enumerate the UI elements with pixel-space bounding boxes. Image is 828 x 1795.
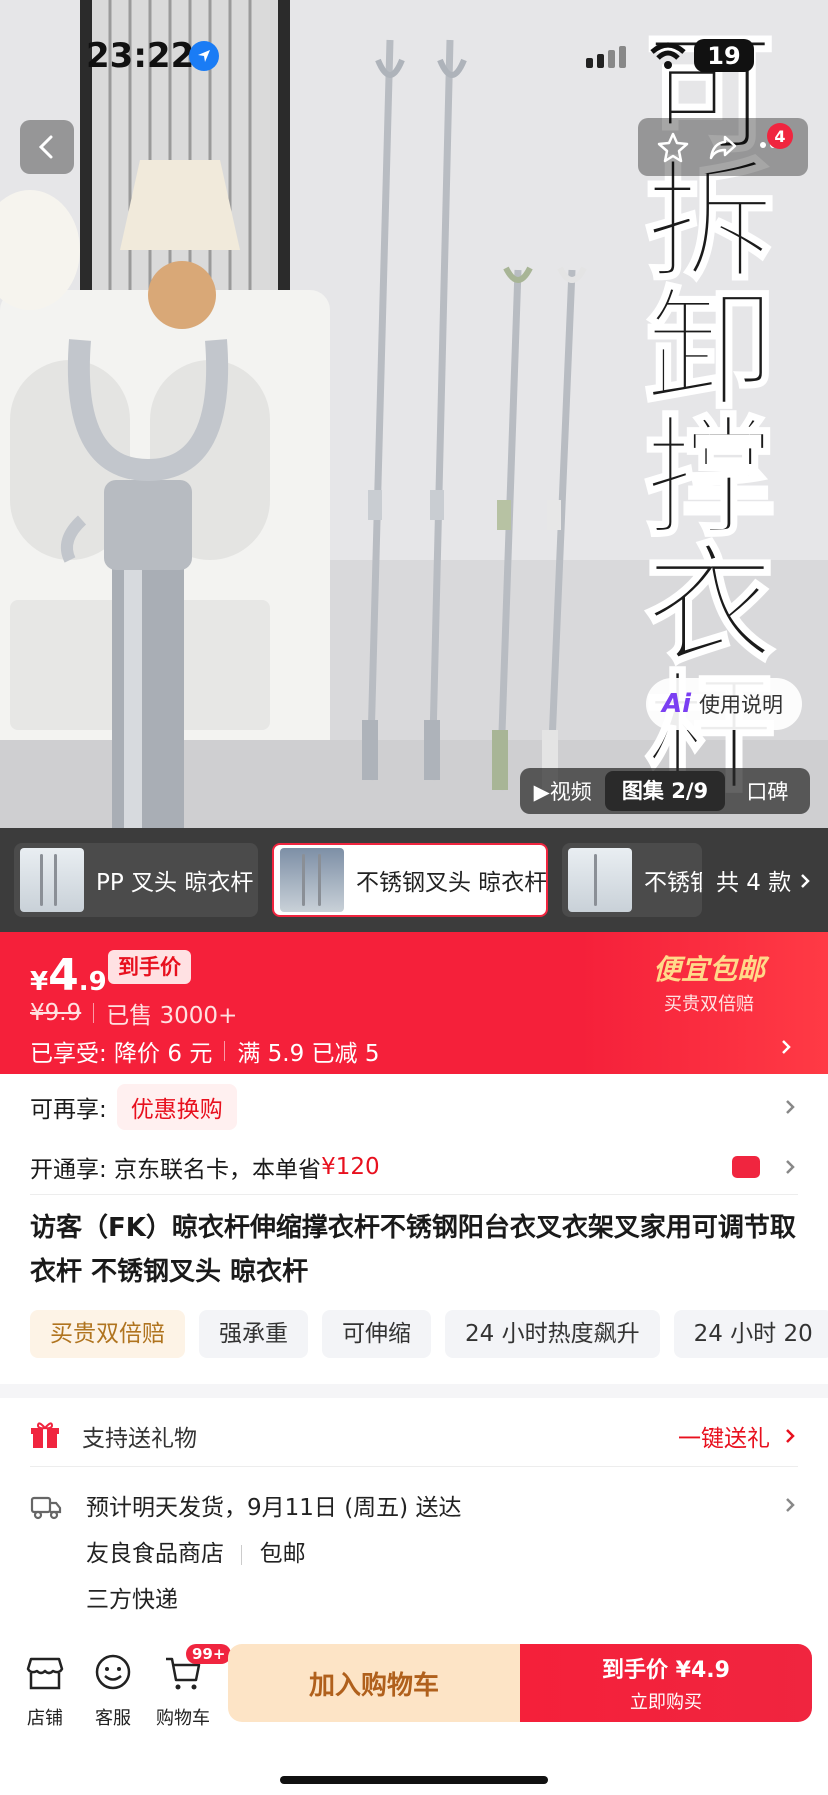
chevron-right-icon <box>786 1498 795 1512</box>
variant-thumbnail <box>20 848 84 912</box>
chevron-right-icon <box>786 1429 795 1443</box>
variant-option[interactable]: 不锈钢 <box>562 843 702 917</box>
store-icon <box>26 1657 64 1690</box>
tab-video[interactable]: ▶视频 <box>520 776 605 806</box>
status-bar: 23:22 19 <box>0 0 828 110</box>
chat-smile-icon <box>95 1654 131 1690</box>
chevron-right-icon <box>800 874 810 888</box>
chevron-right-icon <box>786 1160 795 1174</box>
customer-service-button[interactable]: 客服 <box>78 1650 148 1730</box>
promo-chip[interactable]: 优惠换购 <box>116 1084 237 1130</box>
cart-count-badge: 99+ <box>186 1644 232 1664</box>
tag[interactable]: 24 小时热度飙升 <box>445 1310 660 1358</box>
tab-gallery[interactable]: 图集 2/9 <box>605 771 725 811</box>
divider <box>30 1194 798 1195</box>
final-price: ¥ 4 .9 <box>30 950 107 1001</box>
store-name: 友良食品商店 <box>86 1541 224 1567</box>
shipping-terms: 包邮 <box>259 1541 306 1567</box>
home-indicator <box>280 1776 548 1784</box>
credit-card-icon <box>732 1156 760 1178</box>
variant-thumbnail <box>568 848 632 912</box>
variant-selector: PP 叉头 晾衣杆 不锈钢叉头 晾衣杆 不锈钢 共 4 款 <box>0 828 828 932</box>
bottom-action-bar: 店铺 客服 99+ 购物车 加入购物车 到手价 ¥4.9 立即购买 <box>0 1630 828 1795</box>
variant-label: 不锈钢 <box>644 870 702 896</box>
gift-label: 支持送礼物 <box>82 1426 197 1452</box>
product-image-carousel[interactable]: 可 拆 卸 撑 衣 杆 23:22 19 4 Ai 使用说明 ▶视频 图集 2/… <box>0 0 828 828</box>
chevron-right-icon <box>786 1100 795 1114</box>
buy-now-button[interactable]: 到手价 ¥4.9 立即购买 <box>520 1644 812 1722</box>
price-banner[interactable]: ¥ 4 .9 到手价 ¥9.9 已售 3000+ 已享受: 降价 6 元 满 5… <box>0 932 828 1074</box>
store-button[interactable]: 店铺 <box>10 1650 80 1730</box>
free-shipping-badge: 便宜包邮 买贵双倍赔 <box>652 953 765 1015</box>
sold-count: 已售 3000+ <box>106 1003 238 1029</box>
more-menu-button[interactable]: 4 <box>757 123 793 165</box>
promo-row[interactable]: 可再享: 优惠换购 <box>30 1084 800 1130</box>
battery-indicator: 19 <box>694 39 754 72</box>
store-label: 店铺 <box>27 1708 63 1729</box>
product-page: 可 拆 卸 撑 衣 杆 23:22 19 4 Ai 使用说明 ▶视频 图集 2/… <box>0 0 828 1795</box>
variant-option-selected[interactable]: 不锈钢叉头 晾衣杆 <box>272 843 548 917</box>
card-offer-text: 开通享: 京东联名卡，本单省 <box>30 1157 322 1183</box>
share-icon[interactable] <box>707 131 739 163</box>
gift-row[interactable]: 支持送礼物 一键送礼 <box>30 1408 800 1464</box>
tag[interactable]: 24 小时 20 <box>673 1310 828 1358</box>
variant-count-link[interactable]: 共 4 款 <box>716 863 811 897</box>
store-shipping: 友良食品商店 包邮 <box>86 1534 306 1568</box>
ai-icon: Ai <box>662 689 692 719</box>
top-actions: 4 <box>638 118 808 176</box>
product-title: 访客（FK）晾衣杆伸缩撑衣杆不锈钢阳台衣叉衣架叉家用可调节取衣杆 不锈钢叉头 晾… <box>30 1213 796 1287</box>
section-separator <box>0 1384 828 1398</box>
tag[interactable]: 可伸缩 <box>322 1310 431 1358</box>
discount-details: 已享受: 降价 6 元 满 5.9 已减 5 <box>30 1034 379 1068</box>
carrier-name: 三方快递 <box>86 1587 178 1613</box>
status-time: 23:22 <box>86 36 195 76</box>
divider <box>30 1466 798 1467</box>
price-details: ¥9.9 已售 3000+ <box>30 996 237 1030</box>
original-price: ¥9.9 <box>30 1000 82 1026</box>
cart-button[interactable]: 99+ 购物车 <box>148 1644 232 1730</box>
gift-icon <box>31 1422 59 1448</box>
tab-reviews[interactable]: 口碑 <box>725 776 810 806</box>
notification-badge: 4 <box>767 123 793 149</box>
signal-icon <box>586 46 626 68</box>
location-icon <box>189 41 219 71</box>
tag[interactable]: 强承重 <box>199 1310 308 1358</box>
tag[interactable]: 买贵双倍赔 <box>30 1310 185 1358</box>
chevron-left-icon <box>38 135 53 159</box>
back-button[interactable] <box>20 120 74 174</box>
buy-now-price: 到手价 ¥4.9 <box>602 1658 730 1683</box>
final-price-tag: 到手价 <box>108 950 191 984</box>
threshold-discount: 满 5.9 已减 5 <box>237 1041 380 1067</box>
wifi-icon <box>650 42 686 69</box>
cart-label: 购物车 <box>156 1708 210 1729</box>
chevron-right-icon <box>782 1040 791 1054</box>
variant-option[interactable]: PP 叉头 晾衣杆 <box>14 843 258 917</box>
variant-label: PP 叉头 晾衣杆 <box>96 870 254 896</box>
add-to-cart-button[interactable]: 加入购物车 <box>228 1644 520 1722</box>
variant-label: 不锈钢叉头 晾衣杆 <box>356 870 548 896</box>
delivery-truck-icon <box>30 1496 62 1520</box>
card-offer-row[interactable]: 开通享: 京东联名卡，本单省 ¥120 <box>30 1146 800 1188</box>
product-tags: 买贵双倍赔 强承重 可伸缩 24 小时热度飙升 24 小时 20 <box>30 1310 828 1358</box>
media-tabs: ▶视频 图集 2/9 口碑 <box>520 768 810 814</box>
delivery-eta: 预计明天发货，9月11日 (周五) 送达 <box>86 1495 462 1521</box>
card-offer-amount: ¥120 <box>321 1154 380 1180</box>
price-drop: 已享受: 降价 6 元 <box>30 1041 213 1067</box>
promo-label: 可再享: <box>30 1097 107 1123</box>
variant-thumbnail <box>280 848 344 912</box>
buy-now-label: 立即购买 <box>630 1692 702 1713</box>
favorite-star-icon[interactable] <box>657 131 689 163</box>
ai-instructions-label: 使用说明 <box>699 693 784 717</box>
send-gift-link[interactable]: 一键送礼 <box>678 1419 770 1453</box>
ai-instructions-button[interactable]: Ai 使用说明 <box>646 678 802 730</box>
service-label: 客服 <box>95 1708 131 1729</box>
